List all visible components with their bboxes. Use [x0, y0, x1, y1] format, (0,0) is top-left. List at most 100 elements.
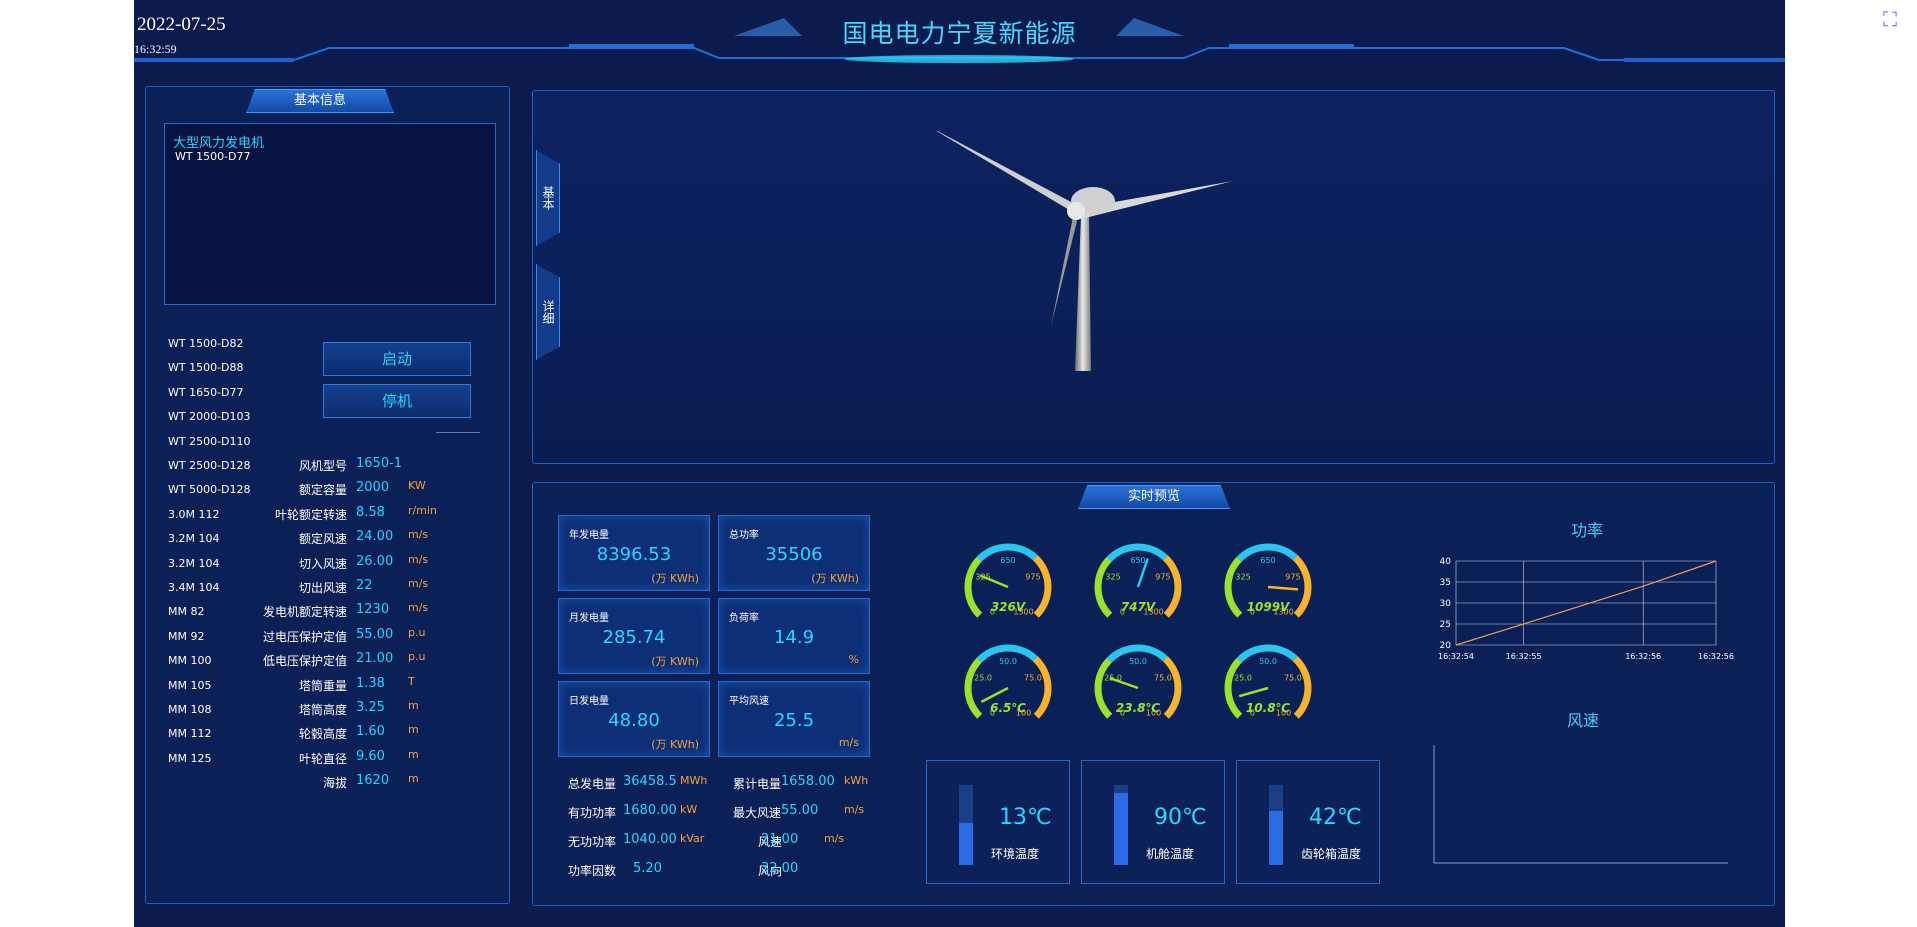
model-item[interactable]: MM 108 — [168, 703, 211, 716]
model-item[interactable]: 3.4M 104 — [168, 581, 219, 594]
y-tick-label: 35 — [1440, 578, 1451, 588]
param-value: 1.60 — [356, 724, 385, 740]
gauge-needle — [980, 686, 1009, 703]
model-item[interactable]: WT 2000-D103 — [168, 410, 251, 423]
page-title: 国电电力宁夏新能源 — [842, 19, 1077, 48]
x-tick-label: 16:32:56 — [1698, 652, 1734, 661]
temp-bar — [959, 785, 973, 865]
tab-detail[interactable]: 详细 — [536, 264, 560, 360]
model-item[interactable]: WT 2500-D128 — [168, 459, 251, 472]
stat-unit: m/s — [844, 803, 865, 816]
model-item[interactable]: WT 2500-D110 — [168, 435, 251, 448]
model-item[interactable]: 3.2M 104 — [168, 532, 219, 545]
stat-unit: kWh — [844, 774, 869, 787]
stat-unit: kW — [680, 803, 698, 816]
param-label: 额定容量 — [298, 483, 347, 498]
temp-fill — [1269, 810, 1283, 865]
gauge-arc — [1094, 556, 1113, 618]
param-label: 风机型号 — [298, 459, 347, 473]
model-item[interactable]: MM 92 — [168, 630, 204, 643]
gauge-arc — [1292, 555, 1312, 618]
temp-bar — [1114, 785, 1128, 865]
param-unit: T — [408, 674, 415, 688]
model-item[interactable]: WT 1500-D82 — [168, 337, 244, 350]
card-title: 日发电量 — [569, 696, 609, 707]
param-value: 9.60 — [356, 748, 385, 764]
gauge-value: 6.5℃ — [990, 701, 1026, 715]
model-item[interactable]: 3.2M 104 — [168, 557, 219, 570]
param-unit: r/min — [408, 503, 437, 517]
stat-value: 1680.00 — [623, 803, 677, 818]
param-unit: m — [408, 747, 419, 761]
model-item[interactable]: 3.0M 112 — [168, 508, 219, 521]
gauge-tick: 50.0 — [1259, 657, 1277, 666]
model-item[interactable]: MM 100 — [168, 654, 211, 667]
card-value: 285.74 — [602, 627, 666, 648]
gauge-tick: 975 — [1155, 573, 1170, 582]
model-item[interactable]: WT 5000-D128 — [168, 483, 251, 496]
model-item[interactable]: MM 105 — [168, 679, 211, 692]
card-title: 月发电量 — [569, 613, 609, 624]
stat-unit: kVar — [680, 832, 705, 845]
param-unit: m — [408, 723, 419, 737]
gauge-value: 1099V — [1247, 600, 1291, 614]
param-unit: p.u — [408, 625, 426, 639]
gauge-arc — [1032, 555, 1052, 618]
model-item[interactable]: MM 82 — [168, 605, 204, 618]
gauge-tick: 650 — [1000, 556, 1015, 565]
start-button[interactable]: 启动 — [323, 342, 471, 376]
param-label: 低电压保护定值 — [262, 654, 347, 669]
gauge-tick: 650 — [1260, 556, 1275, 565]
param-label: 塔筒重量 — [298, 678, 347, 693]
temp-card: 42℃ 齿轮箱温度 — [1236, 760, 1380, 884]
card-unit: (万 KWh) — [651, 572, 699, 585]
stat-value: 32.00 — [761, 861, 799, 876]
gauge-arc — [1162, 555, 1182, 618]
card-title: 年发电量 — [569, 530, 609, 541]
param-label: 塔筒高度 — [298, 703, 347, 717]
param-unit: KW — [408, 479, 426, 493]
model-item[interactable]: WT 1500-D88 — [168, 361, 244, 374]
dashboard: 2022-07-25 16:32:59 国电电力宁夏新能源 基本信息 大型风力发… — [134, 0, 1785, 927]
param-label: 叶轮直径 — [298, 751, 347, 766]
gauge-tick: 75.0 — [1154, 674, 1172, 683]
gauge-tick: 25.0 — [1234, 674, 1252, 683]
basic-info-title: 基本信息 — [246, 89, 394, 113]
card-title: 平均风速 — [729, 696, 769, 707]
temp-card: 90℃ 机舱温度 — [1081, 760, 1225, 884]
temp-bar — [1269, 785, 1283, 865]
gauge-arc — [964, 657, 983, 719]
card-title: 负荷率 — [729, 613, 759, 624]
model-item[interactable]: MM 125 — [168, 752, 211, 765]
x-tick-label: 16:32:56 — [1625, 652, 1661, 661]
stat-unit: m/s — [824, 832, 845, 845]
card-value: 25.5 — [773, 710, 815, 731]
summary-card: 总功率 35506 (万 KWh) — [718, 515, 870, 591]
param-unit: p.u — [408, 650, 426, 664]
stat-value: 21.00 — [761, 832, 799, 847]
stat-value: 5.20 — [633, 861, 662, 876]
model-item[interactable]: MM 112 — [168, 727, 211, 740]
temp-fill — [1114, 793, 1128, 865]
gauge-arc — [1094, 657, 1113, 719]
stop-button[interactable]: 停机 — [323, 384, 471, 418]
fullscreen-icon[interactable]: ⛶ — [1878, 8, 1902, 30]
param-value: 26.00 — [356, 553, 394, 569]
turbine-model: WT 1500-D77 — [175, 150, 251, 163]
card-unit: % — [848, 653, 859, 666]
y-tick-label: 25 — [1440, 620, 1451, 630]
tab-basic[interactable]: 基本 — [536, 150, 560, 246]
gauge-tick: 650 — [1130, 556, 1145, 565]
model-item[interactable]: WT 1650-D77 — [168, 386, 244, 399]
gauge-value: 747V — [1121, 600, 1157, 614]
param-label: 过电压保护定值 — [262, 629, 347, 644]
gauge-tick: 975 — [1025, 573, 1040, 582]
card-unit: (万 KWh) — [651, 655, 699, 668]
stat-unit: MWh — [680, 774, 708, 787]
gauges: 03256509751300326V03256509751300747V0325… — [964, 543, 1312, 719]
param-label: 发电机额定转速 — [262, 605, 347, 620]
temp-value: 90℃ — [1154, 805, 1207, 830]
gauge-tick: 50.0 — [1129, 657, 1147, 666]
gauge-needle — [1267, 585, 1299, 591]
card-value: 48.80 — [608, 710, 660, 731]
